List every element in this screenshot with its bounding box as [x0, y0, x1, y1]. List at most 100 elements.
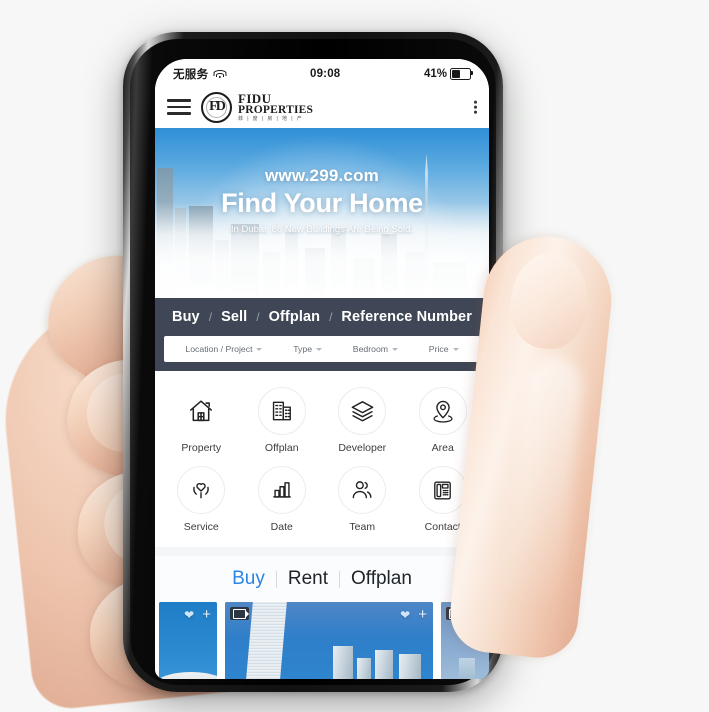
- tab-separator: /: [329, 310, 333, 324]
- property-card[interactable]: [441, 602, 489, 679]
- category-date-label: Date: [270, 521, 293, 533]
- hero-subline: In Dubai, 86 New Buildings Are Being Sol…: [230, 224, 414, 235]
- listing-tab-divider: [338, 570, 340, 588]
- brand-logo[interactable]: FD FIDU PROPERTIES 菲 | 度 | 房 | 地 | 产: [201, 91, 313, 123]
- category-date[interactable]: Date: [246, 466, 318, 533]
- home-icon: [177, 387, 226, 435]
- add-plus-icon[interactable]: +: [202, 607, 211, 622]
- buildings-icon: [257, 387, 306, 435]
- category-developer[interactable]: Developer: [326, 387, 398, 454]
- category-area-label: Area: [431, 442, 454, 454]
- hero-banner: www.299.com Find Your Home In Dubai, 86 …: [155, 128, 489, 298]
- battery-icon: [449, 67, 474, 80]
- favorite-heart-icon[interactable]: ❤: [400, 609, 410, 621]
- status-bar: 无服务 09:08 41%: [155, 59, 489, 86]
- card-photo-tower: [459, 658, 475, 679]
- heart-in-hands-icon: [177, 466, 226, 514]
- layers-icon: [338, 387, 387, 435]
- category-offplan[interactable]: Offplan: [246, 387, 318, 454]
- filter-bar-wrapper: Location / Project Type Bedroom Price: [155, 336, 489, 371]
- hamburger-menu-icon[interactable]: [167, 99, 191, 115]
- category-team[interactable]: Team: [326, 466, 398, 533]
- category-contact[interactable]: Contact: [407, 466, 479, 533]
- search-tabs: Buy / Sell / Offplan / Reference Number: [155, 298, 489, 336]
- battery-percent-label: 41%: [423, 67, 447, 80]
- video-camera-icon: [446, 607, 466, 620]
- people-icon: [338, 466, 387, 514]
- chevron-down-icon: [452, 347, 459, 351]
- tab-separator: /: [256, 310, 260, 324]
- category-area[interactable]: Area: [407, 387, 479, 454]
- card-photo-tower: [333, 646, 353, 679]
- carrier-label: 无服务: [173, 68, 209, 81]
- property-card[interactable]: ❤ +: [159, 602, 217, 679]
- wifi-icon: [213, 69, 227, 79]
- category-grid-row-2: Service Date Team Contact: [161, 466, 483, 533]
- category-offplan-label: Offplan: [264, 442, 299, 454]
- category-team-label: Team: [349, 521, 376, 533]
- add-plus-icon[interactable]: +: [418, 607, 427, 622]
- more-vertical-icon[interactable]: [474, 100, 477, 114]
- listing-tab-buy[interactable]: Buy: [232, 568, 265, 590]
- listing-tab-offplan[interactable]: Offplan: [351, 568, 412, 590]
- tab-reference-number[interactable]: Reference Number: [341, 309, 472, 325]
- card-action-group: ❤ +: [184, 607, 211, 622]
- hero-text-block: www.299.com Find Your Home In Dubai, 86 …: [155, 166, 489, 235]
- card-photo-tower: [375, 650, 393, 679]
- logo-line-chinese: 菲 | 度 | 房 | 地 | 产: [238, 116, 304, 123]
- phone-screen: 无服务 09:08 41% FD FIDU PROPERTIES 菲 | 度 |…: [155, 59, 489, 679]
- logo-line-properties: PROPERTIES: [238, 103, 314, 116]
- tab-buy[interactable]: Buy: [172, 309, 200, 325]
- category-property[interactable]: Property: [165, 387, 237, 454]
- filter-bedroom-label: Bedroom: [352, 344, 389, 354]
- chevron-down-icon: [256, 347, 263, 351]
- chevron-down-icon: [392, 347, 399, 351]
- filter-location-project[interactable]: Location / Project: [185, 344, 263, 354]
- filter-price-label: Price: [428, 344, 449, 354]
- map-pin-icon: [418, 387, 467, 435]
- category-contact-label: Contact: [424, 521, 461, 533]
- listing-type-tabs: Buy Rent Offplan: [155, 556, 489, 602]
- status-bar-left: 无服务: [173, 66, 227, 82]
- listing-tab-rent[interactable]: Rent: [288, 568, 328, 590]
- hero-url: www.299.com: [264, 166, 379, 185]
- chevron-down-icon: [316, 347, 323, 351]
- bar-chart-icon: [257, 466, 306, 514]
- thumbnail-nail: [506, 249, 593, 353]
- property-card[interactable]: ❤ +: [225, 602, 433, 679]
- tab-sell[interactable]: Sell: [221, 309, 247, 325]
- card-photo-tower: [244, 602, 288, 679]
- filter-price[interactable]: Price: [429, 344, 459, 354]
- clock-label: 09:08: [309, 67, 341, 80]
- listing-tab-divider: [275, 570, 277, 588]
- filter-bedroom[interactable]: Bedroom: [352, 344, 399, 354]
- smartphone-device: 无服务 09:08 41% FD FIDU PROPERTIES 菲 | 度 |…: [123, 32, 503, 692]
- logo-wordmark: FIDU PROPERTIES 菲 | 度 | 房 | 地 | 产: [238, 92, 313, 123]
- hero-headline: Find Your Home: [221, 188, 423, 218]
- category-grid-row-1: Property Offplan Developer Area: [161, 387, 483, 454]
- section-divider: [155, 547, 489, 556]
- filter-type[interactable]: Type: [293, 344, 323, 354]
- category-property-label: Property: [181, 442, 222, 454]
- card-action-group: ❤ +: [400, 607, 427, 622]
- status-bar-right: 41%: [423, 67, 474, 80]
- filter-bar: Location / Project Type Bedroom Price: [164, 336, 480, 362]
- category-service-label: Service: [183, 521, 219, 533]
- phone-bezel: 无服务 09:08 41% FD FIDU PROPERTIES 菲 | 度 |…: [130, 39, 496, 685]
- category-grid: Property Offplan Developer Area Service …: [155, 371, 489, 547]
- app-header: FD FIDU PROPERTIES 菲 | 度 | 房 | 地 | 产: [155, 86, 489, 128]
- telephone-icon: [418, 466, 467, 514]
- favorite-heart-icon[interactable]: ❤: [184, 609, 194, 621]
- tab-separator: /: [208, 310, 213, 324]
- logo-mark-icon: FD: [201, 91, 232, 123]
- category-service[interactable]: Service: [165, 466, 237, 533]
- tab-offplan[interactable]: Offplan: [269, 309, 320, 325]
- thumb-highlight: [503, 355, 586, 610]
- card-photo-tower: [357, 658, 371, 679]
- logo-line-fidu: FIDU: [238, 90, 272, 106]
- property-card-carousel[interactable]: ❤ + ❤ +: [155, 602, 489, 679]
- filter-type-label: Type: [293, 344, 313, 354]
- video-camera-icon: [230, 607, 250, 620]
- category-developer-label: Developer: [338, 442, 387, 454]
- filter-location-project-label: Location / Project: [185, 344, 253, 354]
